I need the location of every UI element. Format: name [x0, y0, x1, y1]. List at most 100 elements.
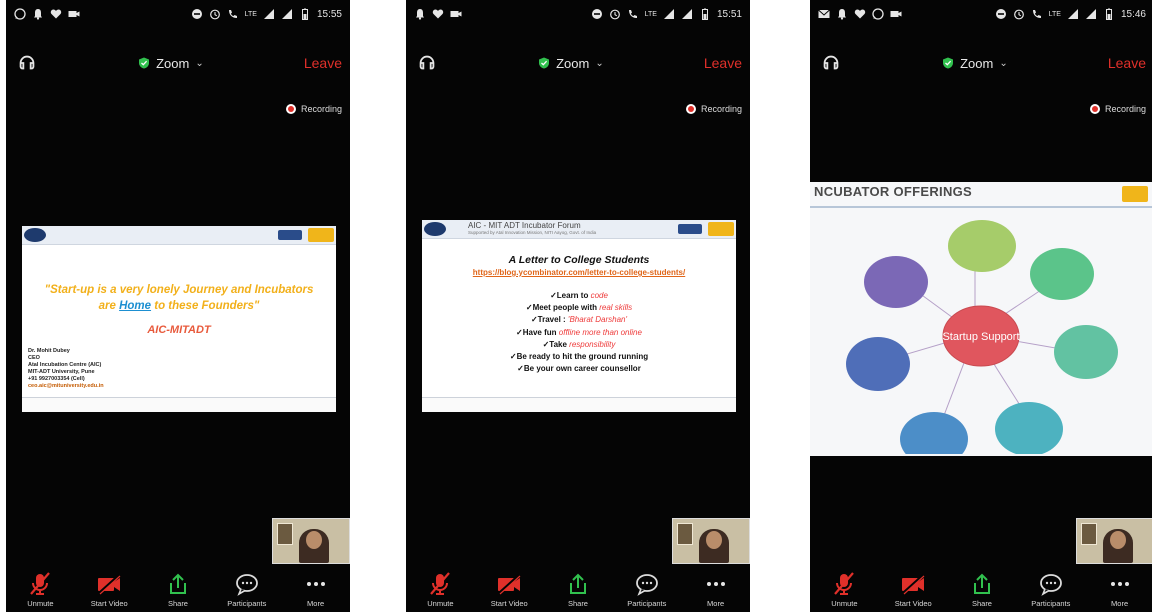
thumb-frame: [1081, 523, 1097, 545]
shared-screen: NCUBATOR OFFERINGS Startup Support: [810, 182, 1152, 456]
mic-off-icon: [427, 572, 453, 596]
niti-aayog-logo: [678, 224, 702, 234]
phone-screen-3: LTE 15:46 Zoom ⌄ Leave Recording NCUBATO…: [810, 0, 1152, 612]
camera-icon: [68, 8, 80, 20]
offerings-diagram: Startup Support: [846, 220, 1118, 454]
status-bar: LTE 15:46: [810, 0, 1152, 28]
meeting-title-dropdown[interactable]: Zoom ⌄: [538, 56, 604, 71]
shield-icon: [538, 57, 550, 69]
slide-footer: [22, 397, 336, 412]
self-video-thumbnail[interactable]: [1076, 518, 1152, 564]
recording-dot-icon: [1089, 104, 1100, 114]
meeting-toolbar: Unmute Start Video Share Participants Mo…: [6, 566, 350, 612]
meeting-top-bar: Zoom ⌄ Leave: [6, 48, 350, 78]
more-button[interactable]: More: [1090, 572, 1150, 608]
bullet-text: ✓Take: [542, 339, 570, 349]
meeting-title: Zoom: [556, 55, 590, 71]
button-label: Share: [971, 599, 992, 608]
more-button[interactable]: More: [686, 572, 746, 608]
node-network-connections: [846, 337, 910, 391]
node-infrastructure: [948, 220, 1016, 272]
participants-button[interactable]: Participants: [617, 572, 677, 608]
shared-screen: "Start-up is a very lonely Journey and I…: [22, 226, 336, 412]
bullet-text: ✓Be your own career counsellor: [517, 364, 641, 374]
self-video-thumbnail[interactable]: [672, 518, 750, 564]
battery-icon: [299, 8, 311, 20]
recording-indicator: Recording: [685, 104, 742, 114]
slide-header-title: AIC - MIT ADT Incubator Forum: [468, 221, 581, 230]
mic-off-icon: [831, 572, 857, 596]
more-icon: [1107, 572, 1133, 596]
share-icon: [969, 572, 995, 596]
bullet-highlight: real skills: [599, 303, 633, 313]
alarm-icon: [209, 8, 221, 20]
contact-line: Dr. Mohit Dubey: [28, 348, 70, 354]
bullet-text: ✓Travel :: [530, 315, 568, 325]
button-label: Participants: [1031, 599, 1071, 608]
bullet-item: ✓Learn to code: [422, 290, 736, 302]
start-video-button[interactable]: Start Video: [79, 572, 139, 608]
start-video-button[interactable]: Start Video: [479, 572, 539, 608]
bullet-item: ✓Be your own career counsellor: [422, 363, 736, 375]
clock: 15:46: [1120, 8, 1146, 20]
slide-bullets: ✓Learn to code ✓Meet people with real sk…: [422, 290, 736, 375]
aic-logo: [708, 222, 734, 236]
recording-dot-icon: [685, 104, 696, 114]
signal-icon: [663, 8, 675, 20]
phone-screen-1: LTE 15:55 Zoom ⌄ Leave Recording "Start-…: [6, 0, 350, 612]
network-type: LTE: [1048, 10, 1061, 18]
video-off-icon: [900, 572, 926, 596]
meeting-title-dropdown[interactable]: Zoom ⌄: [942, 56, 1008, 71]
contact-email: ceo.aic@mituniversity.edu.in: [28, 383, 104, 389]
unmute-button[interactable]: Unmute: [10, 572, 70, 608]
meeting-title: Zoom: [156, 55, 190, 71]
button-label: Start Video: [894, 599, 932, 608]
bullet-item: ✓Travel : 'Bharat Darshan': [422, 314, 736, 326]
bullet-highlight: code: [590, 291, 608, 300]
recording-dot-icon: [285, 104, 296, 114]
share-button[interactable]: Share: [952, 572, 1012, 608]
bell-icon: [414, 8, 426, 20]
start-video-button[interactable]: Start Video: [883, 572, 943, 608]
button-label: Unmute: [27, 599, 54, 608]
chevron-down-icon: ⌄: [595, 57, 604, 69]
leave-button[interactable]: Leave: [704, 55, 742, 71]
button-label: Start Video: [90, 599, 128, 608]
meeting-title: Zoom: [960, 55, 994, 71]
self-video-thumbnail[interactable]: [272, 518, 350, 564]
unmute-button[interactable]: Unmute: [410, 572, 470, 608]
network-type: LTE: [244, 10, 257, 18]
chat-bubble-icon: [1038, 572, 1064, 596]
speaker-icon[interactable]: [416, 52, 438, 74]
heart-icon: [432, 8, 444, 20]
chat-bubble-icon: [234, 572, 260, 596]
recording-label: Recording: [700, 104, 742, 114]
unmute-button[interactable]: Unmute: [814, 572, 874, 608]
leave-button[interactable]: Leave: [1108, 55, 1146, 71]
thumb-face: [706, 531, 722, 549]
mic-off-icon: [27, 572, 53, 596]
meeting-title-dropdown[interactable]: Zoom ⌄: [138, 56, 204, 71]
share-button[interactable]: Share: [548, 572, 608, 608]
recording-indicator: Recording: [285, 104, 342, 114]
speaker-icon[interactable]: [820, 52, 842, 74]
button-label: Share: [567, 599, 588, 608]
slide-org: AIC-MITADT: [147, 324, 211, 336]
contact-line: MIT-ADT University, Pune: [28, 369, 95, 375]
meeting-top-bar: Zoom ⌄ Leave: [810, 48, 1152, 78]
participants-button[interactable]: Participants: [217, 572, 277, 608]
leave-button[interactable]: Leave: [304, 55, 342, 71]
message-icon: [818, 8, 830, 20]
slide-header-subtitle: Supported by Atal Innovation Mission, NI…: [468, 230, 597, 235]
meeting-top-bar: Zoom ⌄ Leave: [406, 48, 750, 78]
more-icon: [703, 572, 729, 596]
meeting-toolbar: Unmute Start Video Share Participants Mo…: [810, 566, 1152, 612]
status-bar: LTE 15:51: [406, 0, 750, 28]
speaker-icon[interactable]: [16, 52, 38, 74]
button-label: Share: [167, 599, 188, 608]
participants-button[interactable]: Participants: [1021, 572, 1081, 608]
more-button[interactable]: More: [286, 572, 346, 608]
shared-screen: AIC - MIT ADT Incubator Forum Supported …: [422, 220, 736, 412]
share-button[interactable]: Share: [148, 572, 208, 608]
node-funding-support: [900, 412, 968, 454]
